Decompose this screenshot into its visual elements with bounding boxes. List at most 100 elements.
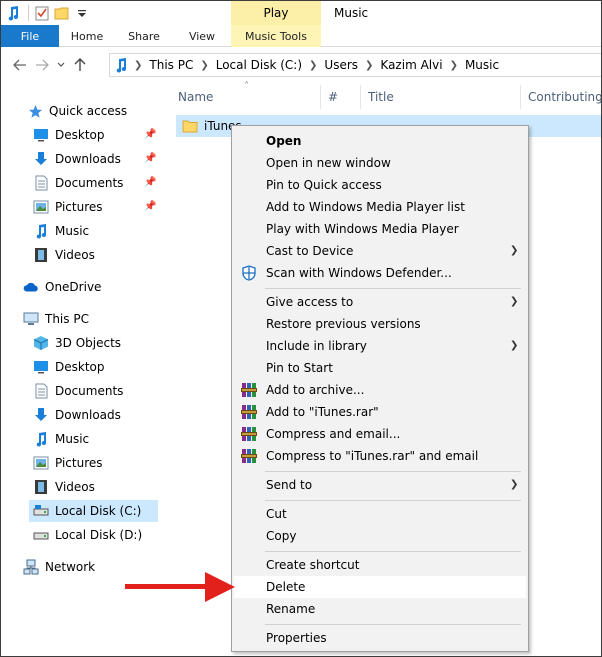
download-arrow-icon	[33, 151, 49, 167]
menu-item-include-library[interactable]: Include in library ❯	[234, 335, 526, 357]
pictures-icon	[33, 455, 49, 471]
menu-item-open-new-window[interactable]: Open in new window	[234, 152, 526, 174]
nav-item-network[interactable]: Network	[23, 556, 95, 578]
context-menu: Open Open in new window Pin to Quick acc…	[231, 125, 529, 652]
annotation-arrow-icon	[205, 572, 235, 602]
column-name[interactable]: Name	[171, 85, 321, 109]
pin-icon[interactable]: 📌	[144, 153, 156, 164]
tab-view[interactable]: View	[173, 25, 231, 47]
column-contributing-artists[interactable]: Contributing a	[521, 85, 601, 109]
breadcrumb-kazim-alvi[interactable]: Kazim Alvi	[380, 58, 442, 72]
column-track-number[interactable]: #	[321, 85, 361, 109]
submenu-arrow-icon: ❯	[510, 479, 519, 490]
nav-item-documents-pc[interactable]: Documents	[33, 380, 123, 402]
music-note-icon	[33, 223, 49, 239]
menu-item-restore-previous[interactable]: Restore previous versions	[234, 313, 526, 335]
menu-item-compress-email[interactable]: Compress and email...	[234, 423, 526, 445]
menu-item-cut[interactable]: Cut	[234, 503, 526, 525]
breadcrumb-chevron-icon[interactable]: ❯	[450, 60, 458, 71]
nav-item-3d-objects[interactable]: 3D Objects	[33, 332, 121, 354]
address-bar[interactable]: ❯ This PC ❯ Local Disk (C:) ❯ Users ❯ Kazim…	[109, 53, 601, 77]
menu-item-pin-start[interactable]: Pin to Start	[234, 357, 526, 379]
forward-arrow-icon[interactable]	[31, 54, 53, 76]
desktop-icon	[33, 127, 49, 143]
breadcrumb-local-disk-c[interactable]: Local Disk (C:)	[216, 58, 302, 72]
document-icon	[33, 175, 49, 191]
breadcrumb-music[interactable]: Music	[465, 58, 499, 72]
nav-item-quick-access[interactable]: Quick access	[27, 100, 127, 122]
menu-item-rename[interactable]: Rename	[234, 598, 526, 620]
nav-item-music-pc[interactable]: Music	[33, 428, 89, 450]
nav-item-videos[interactable]: Videos	[33, 244, 95, 266]
drive-icon	[33, 503, 49, 519]
recent-locations-chevron-icon[interactable]	[53, 54, 69, 76]
quick-access-toolbar	[1, 1, 231, 25]
cube-icon	[33, 335, 49, 351]
tab-file[interactable]: File	[1, 25, 59, 47]
submenu-arrow-icon: ❯	[510, 245, 519, 256]
customize-toolbar-icon[interactable]	[73, 4, 91, 22]
nav-item-downloads-pc[interactable]: Downloads	[33, 404, 121, 426]
nav-item-documents[interactable]: Documents 📌	[33, 172, 161, 194]
nav-item-videos-pc[interactable]: Videos	[33, 476, 95, 498]
pin-icon[interactable]: 📌	[144, 201, 156, 212]
menu-item-give-access[interactable]: Give access to ❯	[234, 291, 526, 313]
nav-item-downloads[interactable]: Downloads 📌	[33, 148, 161, 170]
nav-item-desktop[interactable]: Desktop 📌	[33, 124, 161, 146]
breadcrumb-chevron-icon[interactable]: ❯	[200, 60, 208, 71]
pictures-icon	[33, 199, 49, 215]
menu-item-scan-defender[interactable]: Scan with Windows Defender...	[234, 262, 526, 284]
tab-home[interactable]: Home	[59, 25, 115, 47]
menu-item-delete[interactable]: Delete	[234, 576, 526, 598]
nav-item-onedrive[interactable]: OneDrive	[23, 276, 101, 298]
nav-item-local-disk-c[interactable]: Local Disk (C:)	[29, 500, 158, 522]
nav-item-desktop-pc[interactable]: Desktop	[33, 356, 105, 378]
menu-item-properties[interactable]: Properties	[234, 627, 526, 649]
nav-item-pictures[interactable]: Pictures 📌	[33, 196, 161, 218]
menu-item-open[interactable]: Open	[234, 130, 526, 152]
breadcrumb-chevron-icon[interactable]: ❯	[365, 60, 373, 71]
nav-item-local-disk-d[interactable]: Local Disk (D:)	[33, 524, 142, 546]
menu-separator	[265, 288, 521, 289]
film-icon	[33, 479, 49, 495]
ribbon-tabs: File Home Share View Music Tools	[1, 25, 601, 47]
menu-item-add-archive[interactable]: Add to archive...	[234, 379, 526, 401]
breadcrumb-chevron-icon[interactable]: ❯	[309, 60, 317, 71]
context-tab-group-play: Play	[231, 1, 321, 25]
music-note-icon	[4, 4, 22, 22]
star-icon	[27, 103, 43, 119]
menu-item-add-wmp-list[interactable]: Add to Windows Media Player list	[234, 196, 526, 218]
column-title[interactable]: Title	[361, 85, 521, 109]
menu-item-send-to[interactable]: Send to ❯	[234, 474, 526, 496]
winrar-icon	[241, 448, 257, 464]
nav-item-this-pc[interactable]: This PC	[23, 308, 89, 330]
download-arrow-icon	[33, 407, 49, 423]
drive-icon	[33, 527, 49, 543]
up-arrow-icon[interactable]	[69, 54, 91, 76]
breadcrumb-users[interactable]: Users	[324, 58, 358, 72]
winrar-icon	[241, 404, 257, 420]
menu-separator	[265, 500, 521, 501]
pin-icon[interactable]: 📌	[144, 129, 156, 140]
properties-icon[interactable]	[33, 4, 51, 22]
winrar-icon	[241, 382, 257, 398]
tab-share[interactable]: Share	[115, 25, 173, 47]
menu-item-pin-quick-access[interactable]: Pin to Quick access	[234, 174, 526, 196]
menu-item-copy[interactable]: Copy	[234, 525, 526, 547]
tab-music-tools[interactable]: Music Tools	[231, 25, 321, 47]
breadcrumb-this-pc[interactable]: This PC	[149, 58, 193, 72]
menu-item-compress-rar-email[interactable]: Compress to "iTunes.rar" and email	[234, 445, 526, 467]
menu-item-create-shortcut[interactable]: Create shortcut	[234, 554, 526, 576]
desktop-icon	[33, 359, 49, 375]
menu-item-play-wmp[interactable]: Play with Windows Media Player	[234, 218, 526, 240]
breadcrumb-chevron-icon[interactable]: ❯	[134, 60, 142, 71]
navigation-pane: Quick access Desktop 📌 Downloads 📌 Docum…	[1, 85, 161, 656]
back-arrow-icon[interactable]	[9, 54, 31, 76]
menu-item-cast-to-device[interactable]: Cast to Device ❯	[234, 240, 526, 262]
menu-item-add-rar[interactable]: Add to "iTunes.rar"	[234, 401, 526, 423]
nav-item-pictures-pc[interactable]: Pictures	[33, 452, 103, 474]
pin-icon[interactable]: 📌	[144, 177, 156, 188]
document-icon	[33, 383, 49, 399]
nav-item-music[interactable]: Music	[33, 220, 89, 242]
new-folder-icon[interactable]	[53, 4, 71, 22]
